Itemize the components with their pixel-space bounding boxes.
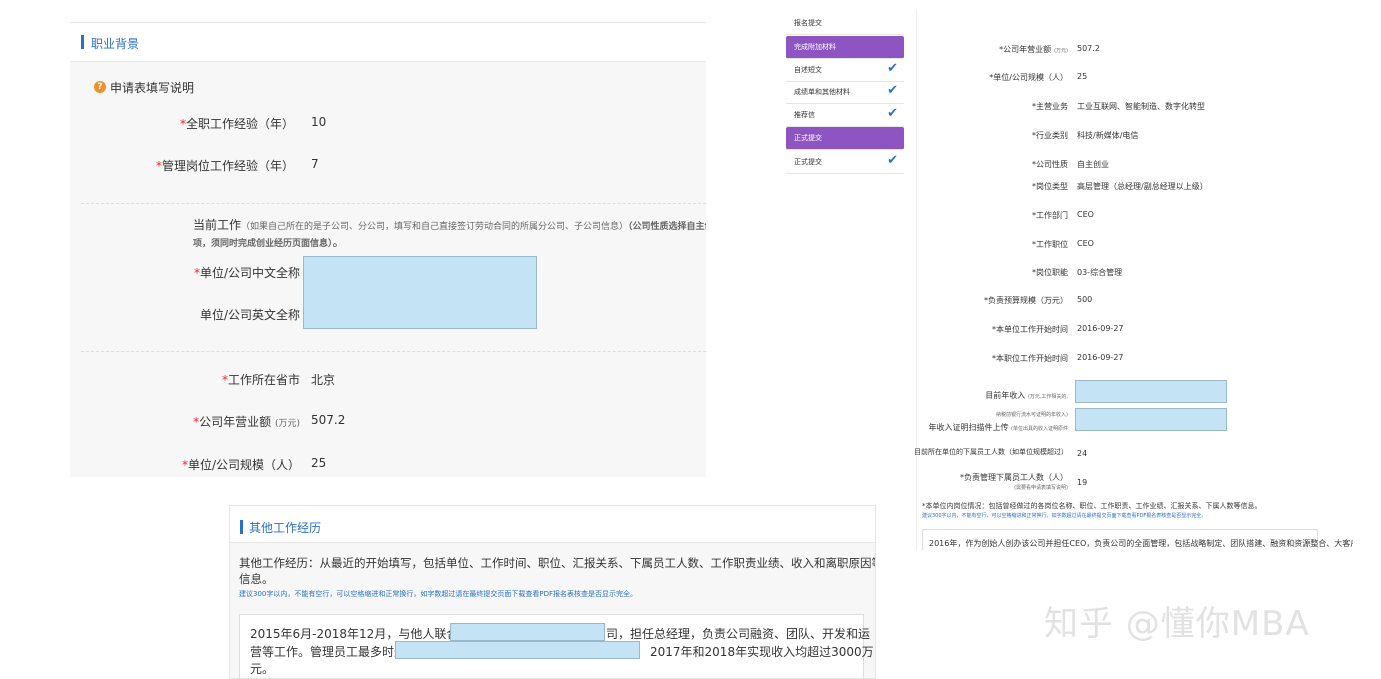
income-upload-label: 年收入证明扫描件上传 (单位出具的收入证明原件: [928, 423, 1069, 432]
field-value[interactable]: 500: [1077, 295, 1092, 304]
section-title: 职业背景: [91, 37, 140, 51]
text-line-1a: 2015年6月-2018年12月，与他人联合创: [250, 627, 471, 641]
sidebar-item[interactable]: 推荐信 ✔: [786, 104, 904, 127]
sidebar-item-label: 正式提交: [794, 134, 822, 142]
city-value[interactable]: 北京: [311, 371, 335, 388]
text-line-2a: 营等工作。管理员工最多时达: [250, 645, 407, 659]
income-proof-note: 纳税前银行流水可证明的年收入): [996, 412, 1068, 418]
field-value[interactable]: CEO: [1077, 210, 1094, 219]
income-label: 目前年收入 (万元,工作相关的,: [985, 391, 1068, 400]
header-accent-bar: [81, 35, 84, 49]
full-work-exp-value[interactable]: 10: [311, 115, 326, 129]
checkmark-icon: ✔: [887, 106, 898, 121]
help-title[interactable]: 申请表填写说明: [110, 79, 194, 96]
field-label: *本单位工作开始时间: [992, 325, 1068, 334]
desc-note: 建议300字以内，不能有空行，可以空格缩进和正常换行，如字数超过请在最终提交页面…: [922, 513, 1207, 519]
redacted-company-names: [303, 256, 537, 329]
sidebar-item[interactable]: 正式提交: [786, 127, 904, 150]
section-title: 其他工作经历: [249, 521, 322, 535]
field-label: *单位/公司规模（人）: [989, 73, 1068, 82]
section-header: 职业背景: [70, 23, 706, 62]
field-label: *负责预算规模（万元）: [984, 296, 1068, 305]
intro-line-2: 信息。: [239, 572, 274, 586]
sidebar-item[interactable]: 完成附加材料: [786, 36, 904, 59]
header-accent-bar: [240, 520, 243, 534]
intro-line-1: 其他工作经历：从最近的开始填写，包括单位、工作时间、职位、汇报关系、下属员工人数…: [239, 556, 876, 570]
other-experience-panel: 其他工作经历 其他工作经历：从最近的开始填写，包括单位、工作时间、职位、汇报关系…: [229, 505, 876, 679]
sidebar-item-label: 自述短文: [794, 66, 822, 74]
career-background-panel: 职业背景 ? 申请表填写说明 *全职工作经验（年） 10 *管理岗位工作经验（年…: [70, 22, 706, 477]
field-value[interactable]: 25: [1077, 72, 1087, 81]
redacted-company: [450, 623, 605, 641]
sidebar-item-label: 报名提交: [794, 19, 822, 27]
sidebar-item-label: 推荐信: [794, 111, 815, 119]
sidebar-item[interactable]: 报名提交: [786, 12, 904, 35]
divider: [81, 351, 706, 352]
sidebar-item[interactable]: 正式提交 ✔: [786, 151, 904, 174]
revenue-value[interactable]: 507.2: [311, 413, 345, 427]
sidebar-item[interactable]: 自述短文 ✔: [786, 59, 904, 82]
field-value[interactable]: 高层管理（总经理/副总经理以上级）: [1077, 181, 1208, 192]
field-label: *工作职位: [1032, 240, 1068, 249]
field-label: *主营业务: [1032, 102, 1068, 111]
field-value[interactable]: 科技/新媒体/电信: [1077, 130, 1138, 141]
field-label: *岗位类型: [1032, 182, 1068, 191]
desc-label: *本单位内岗位情况：包括曾经做过的各岗位名称、职位、工作职责、工作业绩、汇报关系…: [922, 502, 1262, 510]
field-value[interactable]: 507.2: [1077, 44, 1100, 53]
field-label: *本职位工作开始时间: [992, 354, 1068, 363]
section-header: 其他工作经历: [230, 506, 875, 543]
overlap-label: 目前所在单位的下属员工人数（如单位规模超过）: [914, 448, 1068, 456]
other-experience-textarea[interactable]: 2015年6月-2018年12月，与他人联合创 司，担任总经理，负责公司融资、团…: [239, 614, 874, 678]
form-content: *公司年营业额 (万元) 507.2 *单位/公司规模（人） 25 *主营业务 工业互联网、…: [914, 10, 1353, 550]
desc-text: 2016年，作为创始人创办该公司并担任CEO，负责公司的全面管理，包括战略制定、…: [929, 539, 1353, 548]
current-job-heading: 当前工作（如果自己所在的是子公司、分公司，填写和自己直接签订劳动合同的所属分公司…: [193, 218, 706, 232]
text-line-2b: 2017年和2018年实现收入均超过3000万: [650, 645, 874, 659]
field-value[interactable]: 2016-09-27: [1077, 324, 1124, 333]
field-value[interactable]: CEO: [1077, 239, 1094, 248]
redacted-income: [1075, 380, 1227, 403]
question-icon[interactable]: ?: [94, 81, 106, 93]
field-label: *公司性质: [1032, 160, 1068, 169]
field-label: *行业类别: [1032, 131, 1068, 140]
divider: [81, 203, 706, 204]
checkmark-icon: ✔: [887, 83, 898, 98]
city-label: *工作所在省市: [221, 373, 300, 387]
full-work-exp-label: *全职工作经验（年）: [179, 117, 294, 131]
revenue-label: *公司年营业额 (万元): [193, 415, 300, 429]
mgmt-exp-value[interactable]: 7: [311, 157, 319, 171]
mgmt-exp-label: *管理岗位工作经验（年）: [155, 159, 294, 173]
sidebar-item-label: 正式提交: [794, 158, 822, 166]
checkmark-icon: ✔: [887, 61, 898, 76]
current-job-heading-line2: 项，须同时完成创业经历页面信息）。: [193, 235, 345, 249]
redacted-detail: [395, 641, 640, 659]
manage-value[interactable]: 19: [1077, 478, 1087, 487]
progress-sidebar: 报名提交 完成附加材料 自述短文 ✔ 成绩单和其他材料 ✔ 推荐信 ✔ 正式提交 正式提交 ✔: [786, 10, 904, 190]
text-line-3: 元。: [250, 662, 275, 676]
sidebar-item-label: 成绩单和其他材料: [794, 88, 850, 96]
company-cn-label: *单位/公司中文全称: [193, 266, 300, 280]
manage-note: (需要看申请表填写说明): [1014, 485, 1068, 491]
field-value[interactable]: 03-综合管理: [1077, 267, 1122, 278]
field-label: *岗位职能: [1032, 268, 1068, 277]
checkmark-icon: ✔: [887, 153, 898, 168]
watermark: 知乎 @懂你MBA: [1044, 604, 1310, 644]
desc-textarea[interactable]: 2016年，作为创始人创办该公司并担任CEO，负责公司的全面管理，包括战略制定、…: [922, 529, 1353, 550]
field-label: *工作部门: [1032, 211, 1068, 220]
field-value[interactable]: 工业互联网、智能制造、数字化转型: [1077, 101, 1205, 112]
sidebar-item-label: 完成附加材料: [794, 43, 836, 51]
scale-label: *单位/公司规模（人）: [181, 458, 300, 472]
field-value[interactable]: 2016-09-27: [1077, 353, 1124, 362]
length-note: 建议300字以内，不能有空行，可以空格缩进和正常换行，如字数超过请在最终提交页面…: [239, 590, 637, 598]
manage-label: *负责管理下属员工人数（人）: [960, 473, 1068, 482]
text-line-1b: 司，担任总经理，负责公司融资、团队、开发和运: [606, 627, 871, 641]
application-form-panel: 报名提交 完成附加材料 自述短文 ✔ 成绩单和其他材料 ✔ 推荐信 ✔ 正式提交 正式提交 ✔ *公…: [786, 10, 1353, 550]
scale-value[interactable]: 25: [311, 456, 326, 470]
sidebar-item[interactable]: 成绩单和其他材料 ✔: [786, 81, 904, 104]
overlap-value[interactable]: 24: [1077, 449, 1087, 458]
field-value[interactable]: 自主创业: [1077, 159, 1109, 170]
field-label: *公司年营业额 (万元): [999, 45, 1068, 54]
redacted-income-proof: [1075, 408, 1227, 431]
company-en-label: 单位/公司英文全称: [199, 308, 300, 322]
